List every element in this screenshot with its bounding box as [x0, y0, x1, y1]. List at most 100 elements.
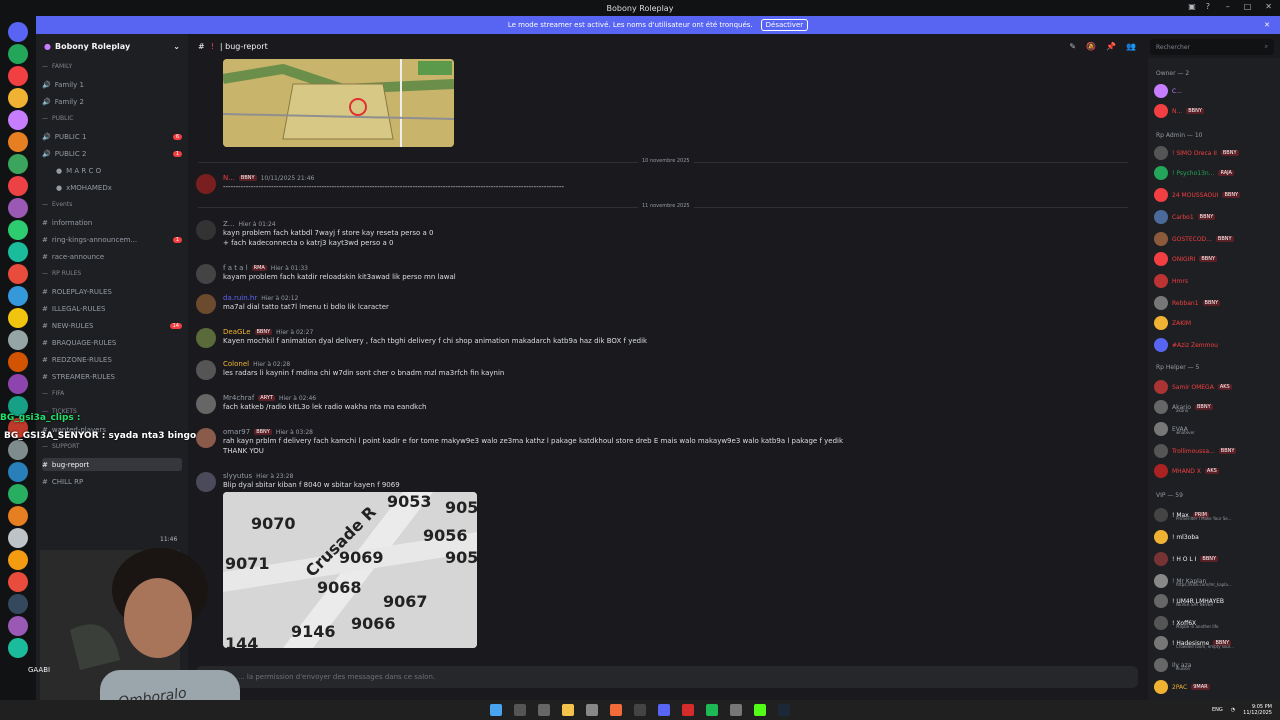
avatar[interactable]	[196, 294, 216, 314]
member-item[interactable]: Samir OMEGA AKS	[1154, 378, 1276, 396]
search-icon[interactable]	[514, 704, 526, 716]
start-icon[interactable]	[490, 704, 502, 716]
clock[interactable]: 9:05 PM 11/12/2025	[1243, 704, 1272, 716]
member-item[interactable]: MHAND X AKS	[1154, 462, 1276, 480]
close-banner-icon[interactable]: ✕	[1264, 21, 1270, 29]
members-icon[interactable]: 👥	[1126, 42, 1136, 51]
avatar[interactable]	[196, 394, 216, 414]
channel-item[interactable]: # STREAMER-RULES	[42, 370, 182, 383]
channel-item[interactable]: # CHILL RP	[42, 475, 182, 488]
close-icon[interactable]: ✕	[1265, 2, 1272, 11]
author-name[interactable]: omar97	[223, 428, 250, 436]
member-item[interactable]: N... BBNY	[1154, 102, 1276, 120]
member-item[interactable]: Akario BBNY akario	[1154, 398, 1276, 416]
threads-icon[interactable]: ✎	[1069, 42, 1076, 51]
member-item[interactable]: Ily aza illusion	[1154, 656, 1276, 674]
server-icon[interactable]	[8, 44, 28, 64]
server-icon[interactable]	[8, 484, 28, 504]
spotify-icon[interactable]	[706, 704, 718, 716]
explorer-icon[interactable]	[562, 704, 574, 716]
author-name[interactable]: da.ruin.hr	[223, 294, 257, 302]
channel-category[interactable]: — FAMILY	[42, 60, 182, 73]
member-item[interactable]: ! Mr Kaplan https://kick.com/mr_kapla...	[1154, 572, 1276, 590]
channel-category[interactable]: — RP RULES	[42, 267, 182, 280]
channel-item[interactable]: # NEW-RULES 14	[42, 319, 182, 332]
member-item[interactable]: Carbo1 BBNY	[1154, 208, 1276, 226]
channel-item[interactable]: # ring-kings-announcem... 1	[42, 233, 182, 246]
channel-item[interactable]: # ILLEGAL-RULES	[42, 302, 182, 315]
channel-item[interactable]: ● xMOHAMEDx	[42, 181, 182, 194]
author-name[interactable]: Colonel	[223, 360, 249, 368]
member-item[interactable]: #Aziz Zemmou	[1154, 336, 1276, 354]
author-name[interactable]: DeaGLe	[223, 328, 251, 336]
author-name[interactable]: Z...	[223, 220, 234, 228]
server-icon[interactable]	[8, 352, 28, 372]
channel-item[interactable]: 🔊 Family 1	[42, 78, 182, 91]
member-item[interactable]: ! ml3oba	[1154, 528, 1276, 546]
member-item[interactable]: ! Xoff6X Maybe in another life	[1154, 614, 1276, 632]
channel-item[interactable]: # bug-report	[42, 458, 182, 471]
member-item[interactable]: Trollimoussa... BBNY	[1154, 442, 1276, 460]
author-name[interactable]: Mr4chraf	[223, 394, 254, 402]
obs-icon[interactable]	[634, 704, 646, 716]
member-item[interactable]: Rebban1 BBNY	[1154, 294, 1276, 312]
author-name[interactable]: f a t a l	[223, 264, 248, 272]
app-icon[interactable]	[730, 704, 742, 716]
server-icon[interactable]	[8, 88, 28, 108]
server-icon[interactable]	[8, 286, 28, 306]
server-icon[interactable]	[8, 242, 28, 262]
member-item[interactable]: ONIGIRI BBNY	[1154, 250, 1276, 268]
channel-category[interactable]: — FIFA	[42, 387, 182, 400]
member-item[interactable]: EVAA whatever	[1154, 420, 1276, 438]
server-icon[interactable]	[8, 66, 28, 86]
minimize-icon[interactable]: –	[1226, 2, 1230, 11]
server-icon[interactable]	[8, 264, 28, 284]
channel-item[interactable]: # BRAQUAGE-RULES	[42, 336, 182, 349]
avatar[interactable]	[196, 472, 216, 492]
server-icon[interactable]	[8, 440, 28, 460]
inbox-icon[interactable]: ▣	[1188, 2, 1196, 11]
avatar[interactable]	[196, 264, 216, 284]
member-item[interactable]: 2PAC 9MAR	[1154, 678, 1276, 696]
mute-icon[interactable]: 🔕	[1086, 42, 1096, 51]
channel-item[interactable]: 🔊 PUBLIC 1 6	[42, 130, 182, 143]
member-item[interactable]: GOSTECOD... BBNY	[1154, 230, 1276, 248]
steam-icon[interactable]	[778, 704, 790, 716]
member-item[interactable]: ! Max PRIM PrimeFilter I Make Your Se...	[1154, 506, 1276, 524]
wifi-icon[interactable]: ◔	[1231, 707, 1235, 713]
member-item[interactable]: Hmrs	[1154, 272, 1276, 290]
zoomed-map-attachment[interactable]: 9053 9070 905 Crusade R 9056 9071 9069 9…	[223, 492, 477, 648]
avatar[interactable]	[196, 360, 216, 380]
member-item[interactable]: ! UM4R LMHAYEB NEVER SAY NEVER	[1154, 592, 1276, 610]
member-item[interactable]: ! Psycho13n... RAJA	[1154, 164, 1276, 182]
store-icon[interactable]	[586, 704, 598, 716]
server-icon[interactable]	[8, 198, 28, 218]
deactivate-button[interactable]: Désactiver	[760, 19, 809, 31]
avatar[interactable]	[196, 220, 216, 240]
maximize-icon[interactable]: □	[1244, 2, 1252, 11]
server-icon[interactable]	[8, 132, 28, 152]
avatar[interactable]	[196, 174, 216, 194]
message-composer[interactable]: ... la permission d'envoyer des messages…	[196, 666, 1138, 688]
task-view-icon[interactable]	[538, 704, 550, 716]
channel-item[interactable]: 🔊 Family 2	[42, 95, 182, 108]
server-icon[interactable]	[8, 308, 28, 328]
member-item[interactable]: ! SIMO Oreca II BBNY	[1154, 144, 1276, 162]
member-item[interactable]: ! Hadesisme BBNY Crowded room, empty soul.…	[1154, 634, 1276, 652]
pin-icon[interactable]: 📌	[1106, 42, 1116, 51]
channel-item[interactable]: # information	[42, 216, 182, 229]
map-screenshot-attachment[interactable]	[223, 59, 454, 147]
channel-item[interactable]: # ROLEPLAY-RULES	[42, 285, 182, 298]
channel-category[interactable]: — SUPPORT	[42, 440, 182, 453]
discord-icon[interactable]	[658, 704, 670, 716]
avatar[interactable]	[196, 428, 216, 448]
channel-category[interactable]: — PUBLIC	[42, 112, 182, 125]
brave-icon[interactable]	[610, 704, 622, 716]
search-input[interactable]: Rechercher ⌕	[1150, 39, 1274, 55]
member-item[interactable]: ZAKIM	[1154, 314, 1276, 332]
lang-indicator[interactable]: ENG	[1212, 707, 1223, 713]
author-name[interactable]: N...	[223, 174, 235, 182]
channel-item[interactable]: # race-announce	[42, 250, 182, 263]
server-icon[interactable]	[8, 110, 28, 130]
server-icon[interactable]	[8, 22, 28, 42]
